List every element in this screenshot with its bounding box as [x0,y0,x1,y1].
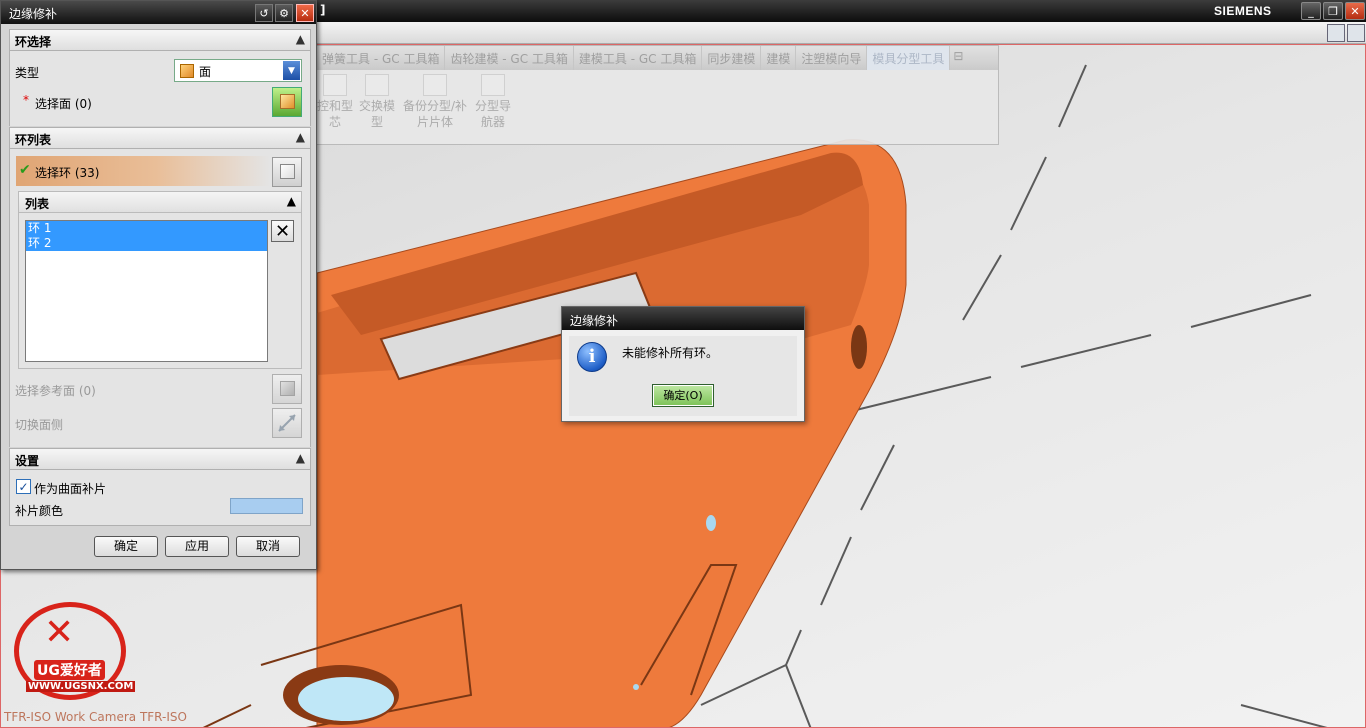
apply-button[interactable]: 应用 [165,536,229,557]
section-ring-list-header[interactable]: 环列表 ▲ [9,127,311,149]
patch-color-label: 补片颜色 [15,504,64,518]
section-settings-header[interactable]: 设置 ▲ [9,448,311,470]
face-select-icon [280,94,295,109]
parting-navigator-icon [481,74,505,96]
face-icon [180,64,194,78]
list-title: 列表 [25,197,50,211]
region-icon [323,74,347,96]
chevron-up-icon: ▲ [295,130,305,144]
select-face-button[interactable] [272,87,302,117]
type-dropdown-value: 面 [199,65,212,79]
watermark-figure-icon: ✕ [44,612,75,653]
chevron-up-icon: ▲ [295,451,305,465]
view-frame-icon[interactable] [1347,24,1365,42]
watermark-brand: UG爱好者 [34,660,105,680]
select-ring-row[interactable]: ✔ 选择环 (33) [16,156,270,186]
flip-direction-icon [278,414,296,432]
section-title: 设置 [15,454,40,468]
dialog-title-bar: 边缘修补 ↺ ⚙ ✕ [1,1,316,24]
swap-model-icon [365,74,389,96]
minimize-button[interactable]: _ [1301,2,1321,20]
select-ring-label: 选择环 (33) [35,166,100,180]
cmd-parting-navigator[interactable]: 分型导 航器 [461,74,525,130]
select-ring-button[interactable] [272,157,302,187]
switch-face-side-label: 切换面侧 [15,418,64,432]
tab-modeling[interactable]: 建模 [761,46,797,70]
message-text: 未能修补所有环。 [622,346,719,360]
required-marker: * [23,93,29,107]
list-subsection-header[interactable]: 列表 ▲ [18,191,302,213]
ribbon-tab-strip: 弹簧工具 - GC 工具箱 齿轮建模 - GC 工具箱 建模工具 - GC 工具… [317,46,998,70]
tab-synchronous-modeling[interactable]: 同步建模 [702,46,762,70]
close-icon[interactable]: ✕ [296,4,314,22]
backup-parting-icon [423,74,447,96]
type-label: 类型 [15,66,40,80]
message-ok-button[interactable]: 确定(O) [652,384,714,407]
list-item[interactable]: 环 1 [26,221,267,236]
cmd-label-line1: 分型导 [474,99,511,113]
list-item[interactable]: 环 2 [26,236,267,251]
info-icon: i [577,342,607,372]
section-title: 环选择 [15,35,52,49]
tab-gear-modeling[interactable]: 齿轮建模 - GC 工具箱 [445,46,574,70]
chevron-down-icon[interactable]: ▼ [283,61,300,80]
title-bracket: ] [320,3,326,17]
view-label: TFR-ISO Work Camera TFR-ISO [4,710,187,724]
remove-from-list-button[interactable]: ✕ [271,220,294,242]
tab-modeling-tools[interactable]: 建模工具 - GC 工具箱 [574,46,703,70]
tab-spring-tools[interactable]: 弹簧工具 - GC 工具箱 [317,46,446,70]
section-ring-select-header[interactable]: 环选择 ▲ [9,29,311,51]
reset-icon[interactable]: ↺ [255,4,273,22]
chevron-up-icon: ▲ [286,194,296,208]
ok-button[interactable]: 确定 [94,536,158,557]
siemens-logo: SIEMENS [1214,4,1272,18]
watermark-url: WWW.UGSNX.COM [26,681,136,692]
restore-button[interactable]: ❐ [1323,2,1343,20]
view-fit-icon[interactable] [1327,24,1345,42]
select-reference-face-button[interactable] [272,374,302,404]
surface-patch-checkbox[interactable]: ✓ [16,479,31,494]
cancel-button[interactable]: 取消 [236,536,300,557]
tab-mold-wizard[interactable]: 注塑模向导 [796,46,868,70]
ribbon-toolbar: 弹簧工具 - GC 工具箱 齿轮建模 - GC 工具箱 建模工具 - GC 工具… [316,45,999,145]
switch-face-side-button[interactable] [272,408,302,438]
ring-list[interactable]: 环 1 环 2 [25,220,268,362]
select-face-label: 选择面 (0) [35,97,92,111]
select-reference-face-label: 选择参考面 (0) [15,384,96,398]
cmd-label-line2: 航器 [480,115,505,129]
reference-face-icon [280,381,295,396]
ribbon-options-icon[interactable]: ⊟ [950,46,972,68]
edge-patch-dialog: 边缘修补 ↺ ⚙ ✕ 环选择 ▲ 类型 面 ▼ * 选择面 (0) 环列表 ▲ … [0,0,317,570]
gear-icon[interactable]: ⚙ [275,4,293,22]
dialog-title: 边缘修补 [9,7,58,21]
check-icon: ✔ [19,162,31,178]
message-title: 边缘修补 [562,307,804,330]
patch-color-swatch[interactable] [230,498,303,514]
type-dropdown[interactable]: 面 ▼ [174,59,302,82]
section-title: 环列表 [15,133,52,147]
tab-mold-parting-tools[interactable]: 模具分型工具 [867,46,951,70]
chevron-up-icon: ▲ [295,32,305,46]
close-window-button[interactable]: ✕ [1345,2,1365,20]
surface-patch-label: 作为曲面补片 [34,482,107,496]
ring-select-icon [280,164,295,179]
